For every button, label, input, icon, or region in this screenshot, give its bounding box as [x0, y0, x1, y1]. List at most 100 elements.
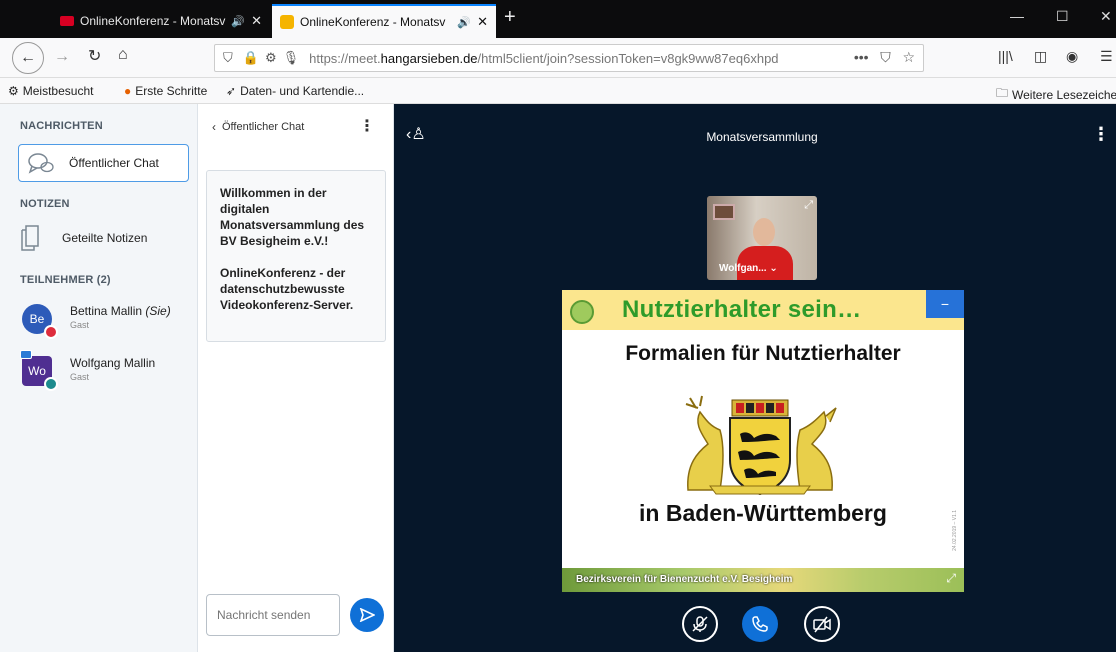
close-window-icon[interactable]: ✕	[1100, 8, 1112, 25]
shared-notes-item[interactable]: Geteilte Notizen	[18, 224, 147, 252]
public-chat-label: Öffentlicher Chat	[69, 156, 159, 170]
folder-icon: 🗀	[996, 86, 1009, 100]
gear-icon: ⚙	[8, 84, 19, 98]
close-tab-icon[interactable]: ✕	[477, 14, 488, 30]
user-name: Wolfgang Mallin	[70, 356, 156, 370]
user-list-panel: NACHRICHTEN Öffentlicher Chat NOTIZEN Ge…	[0, 104, 198, 652]
url-domain: hangarsieben.de	[380, 50, 478, 66]
firefox-icon: ●	[124, 84, 132, 98]
shield-icon[interactable]: ⛉	[223, 50, 233, 66]
presenter-icon	[20, 350, 32, 359]
other-bookmarks[interactable]: 🗀 Weitere Lesezeichen	[996, 84, 1116, 105]
slide-header: Nutztierhalter sein…	[562, 290, 964, 330]
avatar: Be	[22, 304, 58, 339]
permissions-icon[interactable]: ⚙	[265, 50, 277, 66]
options-menu-icon[interactable]: ⋮	[1092, 124, 1110, 145]
chat-bubbles-icon	[28, 153, 54, 174]
home-button[interactable]: ⌂	[118, 46, 128, 64]
speaker-icon[interactable]: 🔊	[457, 16, 471, 29]
presentation-slide: Nutztierhalter sein… − Formalien für Nut…	[562, 290, 964, 592]
new-tab-button[interactable]: +	[504, 6, 516, 29]
browser-nav-bar: ← → ↻ ⌂ ⛉ 🔒 ⚙ 🎙 https://meet. hangarsiebe…	[0, 38, 1116, 78]
share-webcam-button[interactable]	[804, 606, 840, 642]
slide-subtitle: in Baden-Württemberg	[639, 500, 887, 526]
sidebar-icon[interactable]: ◫	[1034, 48, 1047, 65]
user-item-bettina[interactable]: Be Bettina Mallin (Sie) Gast	[22, 304, 171, 339]
public-chat-item[interactable]: Öffentlicher Chat	[18, 144, 189, 182]
bookmark-data-services[interactable]: ➶ Daten- und Kartendie...	[226, 84, 364, 98]
bookmark-most-visited[interactable]: ⚙ Meistbesucht	[8, 84, 93, 98]
user-role: Gast	[70, 372, 90, 382]
pocket-icon[interactable]: ⛉	[880, 49, 891, 65]
lock-icon[interactable]: 🔒	[243, 50, 259, 66]
chat-panel: ‹ Öffentlicher Chat ⋮ Willkommen in der …	[198, 104, 394, 652]
slide-header-text: Nutztierhalter sein…	[622, 296, 862, 323]
back-button[interactable]: ←	[12, 42, 44, 74]
url-bar[interactable]: ⛉ 🔒 ⚙ 🎙 https://meet. hangarsieben.de/htm…	[214, 44, 924, 72]
media-area: ‹♙ Monatsversammlung ⋮ Wolfgan... ⌄ ⤢ Nu…	[394, 104, 1116, 652]
close-tab-icon[interactable]: ✕	[251, 13, 262, 29]
tab-title: OnlineKonferenz - Monatsv	[80, 14, 226, 28]
avatar: Wo	[20, 350, 58, 391]
leave-audio-button[interactable]	[742, 606, 778, 642]
muted-mic-icon	[44, 325, 58, 339]
send-icon	[359, 608, 375, 622]
url-path: /html5client/join?sessionToken=v8gk9ww87…	[477, 50, 779, 66]
bbb-favicon-icon	[280, 15, 294, 29]
bookmark-icon: ➶	[226, 84, 237, 98]
phone-icon	[752, 616, 768, 632]
more-actions-icon[interactable]: •••	[854, 49, 869, 65]
person-head	[753, 218, 775, 246]
chat-back-button[interactable]: ‹ Öffentlicher Chat	[212, 120, 304, 134]
slide-footer-text: Bezirksverein für Bienenzucht e.V. Besig…	[576, 574, 793, 585]
minimize-icon[interactable]: —	[1010, 8, 1024, 24]
slide-date-note: 24.02.2019 – V1.1	[952, 510, 958, 551]
microphone-icon[interactable]: 🎙	[283, 50, 300, 66]
minimize-presentation-button[interactable]: −	[926, 290, 964, 318]
library-icon[interactable]: |||\	[998, 48, 1013, 64]
forward-button[interactable]: →	[54, 48, 70, 66]
browser-tab-1[interactable]: OnlineKonferenz - Monatsv 🔊 ✕	[52, 4, 270, 38]
maximize-icon[interactable]: ☐	[1056, 8, 1069, 25]
chat-title: Öffentlicher Chat	[222, 121, 305, 133]
coat-of-arms-icon	[685, 395, 837, 496]
bee-logo-icon	[570, 300, 594, 324]
user-item-wolfgang[interactable]: Wo Wolfgang Mallin Gast	[20, 350, 156, 391]
webcam-video[interactable]: Wolfgan... ⌄ ⤢	[707, 196, 817, 280]
mic-icon	[44, 377, 58, 391]
browser-tab-bar: OnlineKonferenz - Monatsv 🔊 ✕ OnlineKonf…	[0, 0, 1116, 38]
message-input[interactable]	[206, 594, 340, 636]
welcome-text-1: Willkommen in der digitalen Monatsversam…	[220, 186, 365, 248]
participants-section-title: TEILNEHMER (2)	[20, 274, 111, 286]
browser-tab-2-active[interactable]: OnlineKonferenz - Monatsv 🔊 ✕	[272, 4, 496, 38]
menu-icon[interactable]: ☰	[1100, 48, 1113, 65]
reload-button[interactable]: ↻	[88, 46, 101, 66]
bookmark-star-icon[interactable]: ☆	[902, 49, 915, 65]
user-role: Gast	[70, 320, 90, 330]
shared-notes-label: Geteilte Notizen	[62, 231, 148, 245]
url-scheme: https://meet.	[309, 50, 381, 66]
microphone-muted-icon	[692, 616, 708, 632]
tab-title: OnlineKonferenz - Monatsv	[300, 15, 446, 29]
user-name: Bettina Mallin (Sie)	[70, 304, 171, 318]
chat-options-icon[interactable]: ⋮	[359, 116, 375, 136]
meeting-title: Monatsversammlung	[706, 130, 818, 144]
speaker-icon[interactable]: 🔊	[231, 15, 245, 28]
mute-button[interactable]	[682, 606, 718, 642]
bookmarks-bar: ⚙ Meistbesucht ● Erste Schritte ➶ Daten-…	[0, 78, 1116, 104]
camera-favicon-icon	[60, 16, 74, 26]
send-button[interactable]	[350, 598, 384, 632]
slide-title: Formalien für Nutztierhalter	[625, 342, 901, 365]
wall-picture	[713, 204, 735, 220]
camera-off-icon	[813, 616, 831, 633]
fullscreen-icon[interactable]: ⤢	[804, 199, 813, 212]
account-icon[interactable]: ◉	[1066, 48, 1078, 65]
notes-icon	[21, 225, 39, 251]
bookmark-first-steps[interactable]: ● Erste Schritte	[124, 84, 207, 98]
messages-section-title: NACHRICHTEN	[20, 120, 103, 132]
notes-section-title: NOTIZEN	[20, 198, 70, 210]
chevron-left-icon: ‹	[212, 120, 216, 134]
fullscreen-icon[interactable]: ⤢	[946, 571, 956, 586]
webcam-user-name: Wolfgan... ⌄	[719, 263, 778, 274]
welcome-text-2: OnlineKonferenz - der datenschutzbewusst…	[220, 266, 354, 312]
